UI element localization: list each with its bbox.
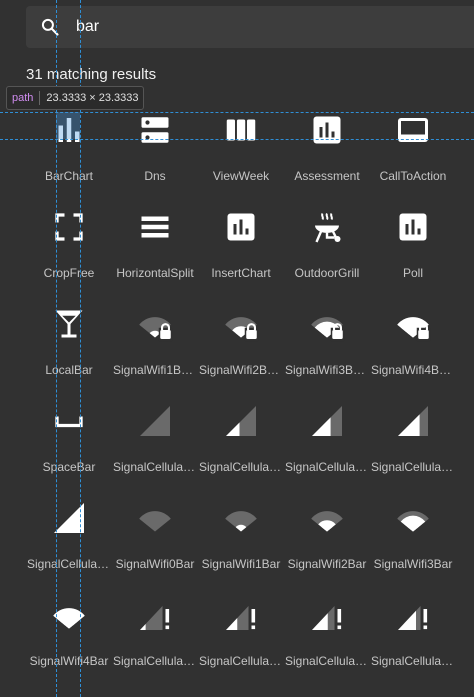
icon-label: OutdoorGrill (294, 266, 360, 280)
icon-label: HorizontalSplit (116, 266, 194, 280)
icon-label: Poll (402, 266, 423, 280)
icon-label: LocalBar (45, 363, 93, 377)
icon-label: Assessment (294, 169, 360, 183)
signal-wifi-2-bar-lock-icon (225, 317, 259, 342)
icon-tile[interactable]: SignalCellular… (112, 399, 198, 496)
icon-label: SignalWifi3Ba… (285, 363, 369, 377)
icon-tile[interactable]: Assessment (284, 108, 370, 205)
icon-tile[interactable]: Dns (112, 108, 198, 205)
signal-wifi-1-bar-icon (225, 511, 257, 532)
signal-cellular-3-bar-b-icon (398, 406, 428, 436)
icon-label: SignalWifi3Bar (373, 557, 453, 571)
icon-tile[interactable]: SignalWifi1Bar (198, 496, 284, 593)
icon-tile[interactable]: SignalWifi2Ba… (198, 302, 284, 399)
outdoor-grill-icon (315, 212, 341, 243)
icon-tile[interactable]: SignalWifi4Ba… (370, 302, 456, 399)
icon-tile[interactable]: SignalCellular… (198, 593, 284, 690)
signal-cellular-4-bar-icon (54, 503, 84, 533)
icon-label: SignalCellular… (113, 460, 197, 474)
insert-chart-icon (227, 213, 255, 241)
icon-label: SignalCellular… (199, 654, 283, 668)
icon-label: ViewWeek (212, 169, 270, 183)
icon-tile[interactable]: SignalWifi2Bar (284, 496, 370, 593)
inspector-tag: path (12, 92, 34, 104)
icon-tile[interactable]: SignalWifi3Ba… (284, 302, 370, 399)
icon-label: SignalCellular… (371, 460, 455, 474)
icon-tile[interactable]: SignalWifi1Ba… (112, 302, 198, 399)
icon-grid: BarChart Dns ViewWeek Assessment CallToActio… (26, 108, 456, 690)
icon-label: SignalWifi1Ba… (113, 363, 197, 377)
signal-cellular-1-bar-icon (140, 406, 170, 436)
signal-cellular-2-bar-alert-icon (226, 606, 256, 630)
view-week-icon (226, 119, 256, 141)
search-bar[interactable] (26, 6, 474, 48)
icon-tile[interactable]: SignalCellular… (370, 399, 456, 496)
call-to-action-icon (398, 118, 428, 142)
icon-label: SpaceBar (42, 460, 96, 474)
signal-cellular-2-bar-icon (226, 406, 256, 436)
icon-label: Dns (144, 169, 166, 183)
icon-tile[interactable]: OutdoorGrill (284, 205, 370, 302)
signal-wifi-1-bar-lock-icon (139, 317, 173, 342)
space-bar-icon (55, 416, 83, 428)
icon-label: SignalCellular… (285, 654, 369, 668)
signal-wifi-3-bar-icon (397, 511, 429, 532)
icon-tile[interactable]: BarChart (26, 108, 112, 205)
horizontal-split-icon (141, 216, 169, 238)
icon-label: SignalCellular… (113, 654, 197, 668)
icon-label: SignalWifi2Ba… (199, 363, 283, 377)
icon-tile[interactable]: HorizontalSplit (112, 205, 198, 302)
signal-cellular-3-bar-alert-b-icon (398, 606, 428, 630)
search-input[interactable] (76, 14, 456, 40)
icon-tile[interactable]: SignalCellular… (370, 593, 456, 690)
icon-tile[interactable]: ViewWeek (198, 108, 284, 205)
icon-label: InsertChart (211, 266, 271, 280)
icon-tile[interactable]: CropFree (26, 205, 112, 302)
inspector-tooltip: path 23.3333 × 23.3333 (6, 86, 145, 110)
icon-tile[interactable]: SpaceBar (26, 399, 112, 496)
icon-label: CropFree (43, 266, 95, 280)
icon-label: SignalWifi0Bar (115, 557, 195, 571)
icon-tile[interactable]: SignalWifi0Bar (112, 496, 198, 593)
icon-label: SignalCellular… (27, 557, 111, 571)
icon-tile[interactable]: CallToAction (370, 108, 456, 205)
icon-tile[interactable]: SignalCellular… (284, 399, 370, 496)
dns-icon (141, 117, 169, 143)
icon-tile[interactable]: SignalCellular… (284, 593, 370, 690)
icon-label: SignalCellular… (371, 654, 455, 668)
signal-cellular-3-bar-icon (312, 406, 342, 436)
poll-icon (399, 213, 427, 241)
signal-wifi-3-bar-lock-icon (311, 317, 345, 342)
icon-tile[interactable]: InsertChart (198, 205, 284, 302)
crop-free-icon (55, 213, 83, 241)
local-bar-icon (55, 310, 83, 338)
search-icon (41, 18, 59, 36)
icon-label: SignalCellular… (199, 460, 283, 474)
icon-tile[interactable]: LocalBar (26, 302, 112, 399)
icon-tile[interactable]: SignalCellular… (112, 593, 198, 690)
icon-tile[interactable]: SignalCellular… (198, 399, 284, 496)
icon-label: SignalWifi1Bar (201, 557, 281, 571)
bar-chart-icon (58, 118, 80, 142)
icon-label: SignalWifi4Bar (29, 654, 109, 668)
icon-label: SignalCellular… (285, 460, 369, 474)
results-count: 31 matching results (26, 66, 157, 83)
icon-label: SignalWifi2Bar (287, 557, 367, 571)
icon-tile[interactable]: SignalWifi3Bar (370, 496, 456, 593)
icon-label: SignalWifi4Ba… (371, 363, 455, 377)
icon-tile[interactable]: SignalCellular… (26, 496, 112, 593)
signal-cellular-1-bar-alert-icon (140, 606, 170, 630)
icon-label: BarChart (44, 169, 94, 183)
icon-tile[interactable]: Poll (370, 205, 456, 302)
inspector-size: 23.3333 × 23.3333 (46, 92, 139, 104)
signal-wifi-4-bar-icon (53, 608, 85, 629)
signal-wifi-2-bar-icon (311, 511, 343, 532)
icon-tile[interactable]: SignalWifi4Bar (26, 593, 112, 690)
icon-label: CallToAction (379, 169, 447, 183)
signal-wifi-0-bar-icon (139, 511, 171, 532)
signal-cellular-3-bar-alert-icon (312, 606, 342, 630)
signal-wifi-4-bar-lock-icon (397, 317, 431, 342)
assessment-icon (313, 116, 341, 144)
divider (39, 91, 41, 105)
